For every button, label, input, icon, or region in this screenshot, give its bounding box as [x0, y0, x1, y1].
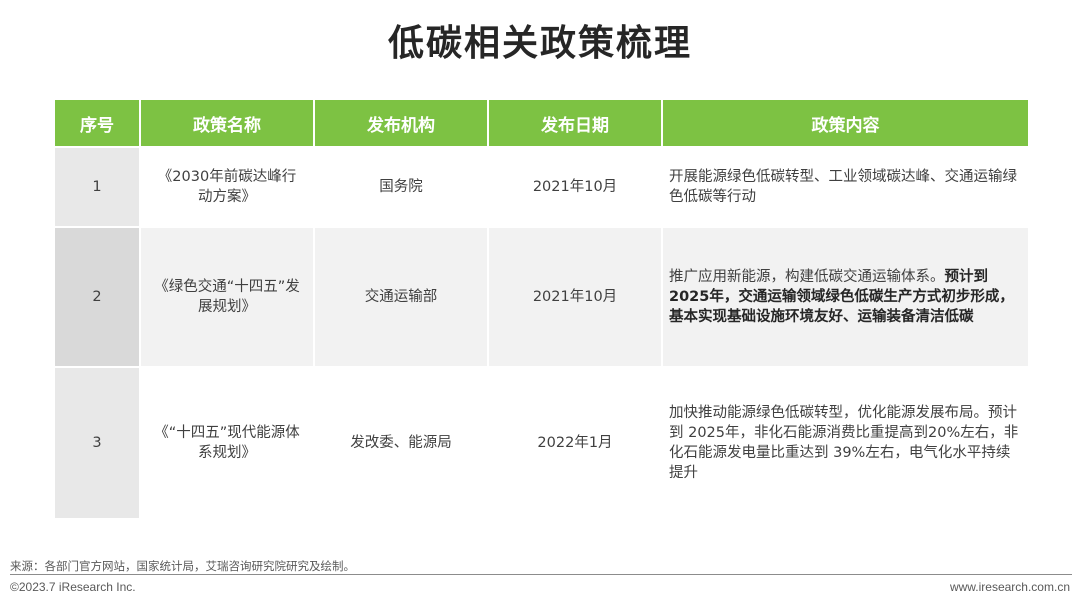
policy-table: 序号 政策名称 发布机构 发布日期 政策内容 1 《2030年前碳达峰行动方案》…	[55, 100, 1028, 518]
policy-date: 2022年1月	[537, 435, 613, 451]
row-index: 3	[55, 368, 139, 518]
policy-agency: 国务院	[379, 179, 423, 195]
source-note: 来源：各部门官方网站，国家统计局，艾瑞咨询研究院研究及绘制。	[10, 559, 355, 573]
policy-name: 《绿色交通“十四五”发展规划》	[141, 228, 313, 366]
policy-content-text: 推广应用新能源，构建低碳交通运输体系。	[669, 269, 945, 285]
policy-content: 加快推动能源绿色低碳转型，优化能源发展布局。预计到 2025年，非化石能源消费比…	[663, 368, 1028, 518]
copyright: ©2023.7 iResearch Inc.	[10, 580, 136, 594]
header-policy-name: 政策名称	[141, 100, 313, 146]
header-date: 发布日期	[489, 100, 661, 146]
header-agency: 发布机构	[315, 100, 487, 146]
website-link[interactable]: www.iresearch.com.cn	[950, 580, 1070, 594]
row-index: 1	[55, 148, 139, 226]
row-index: 2	[55, 228, 139, 366]
policy-date: 2021年10月	[532, 179, 618, 195]
policy-content-text: 开展能源绿色低碳转型、工业领域碳达峰、交通运输绿色低碳等行动	[669, 169, 1017, 205]
header-content: 政策内容	[663, 100, 1028, 146]
footer-divider	[10, 574, 1072, 575]
page-title: 低碳相关政策梳理	[387, 23, 692, 64]
policy-agency: 交通运输部	[315, 228, 487, 366]
policy-name: 《2030年前碳达峰行动方案》	[157, 169, 297, 205]
policy-agency: 发改委、能源局	[350, 435, 452, 451]
policy-content: 推广应用新能源，构建低碳交通运输体系。预计到 2025年，交通运输领域绿色低碳生…	[663, 228, 1028, 366]
policy-name: 《“十四五”现代能源体系规划》	[154, 425, 300, 461]
policy-content: 开展能源绿色低碳转型、工业领域碳达峰、交通运输绿色低碳等行动	[663, 148, 1028, 226]
policy-content-text: 加快推动能源绿色低碳转型，优化能源发展布局。预计到 2025年，非化石能源消费比…	[669, 405, 1019, 481]
policy-date: 2021年10月	[489, 228, 661, 366]
header-index: 序号	[55, 100, 139, 146]
